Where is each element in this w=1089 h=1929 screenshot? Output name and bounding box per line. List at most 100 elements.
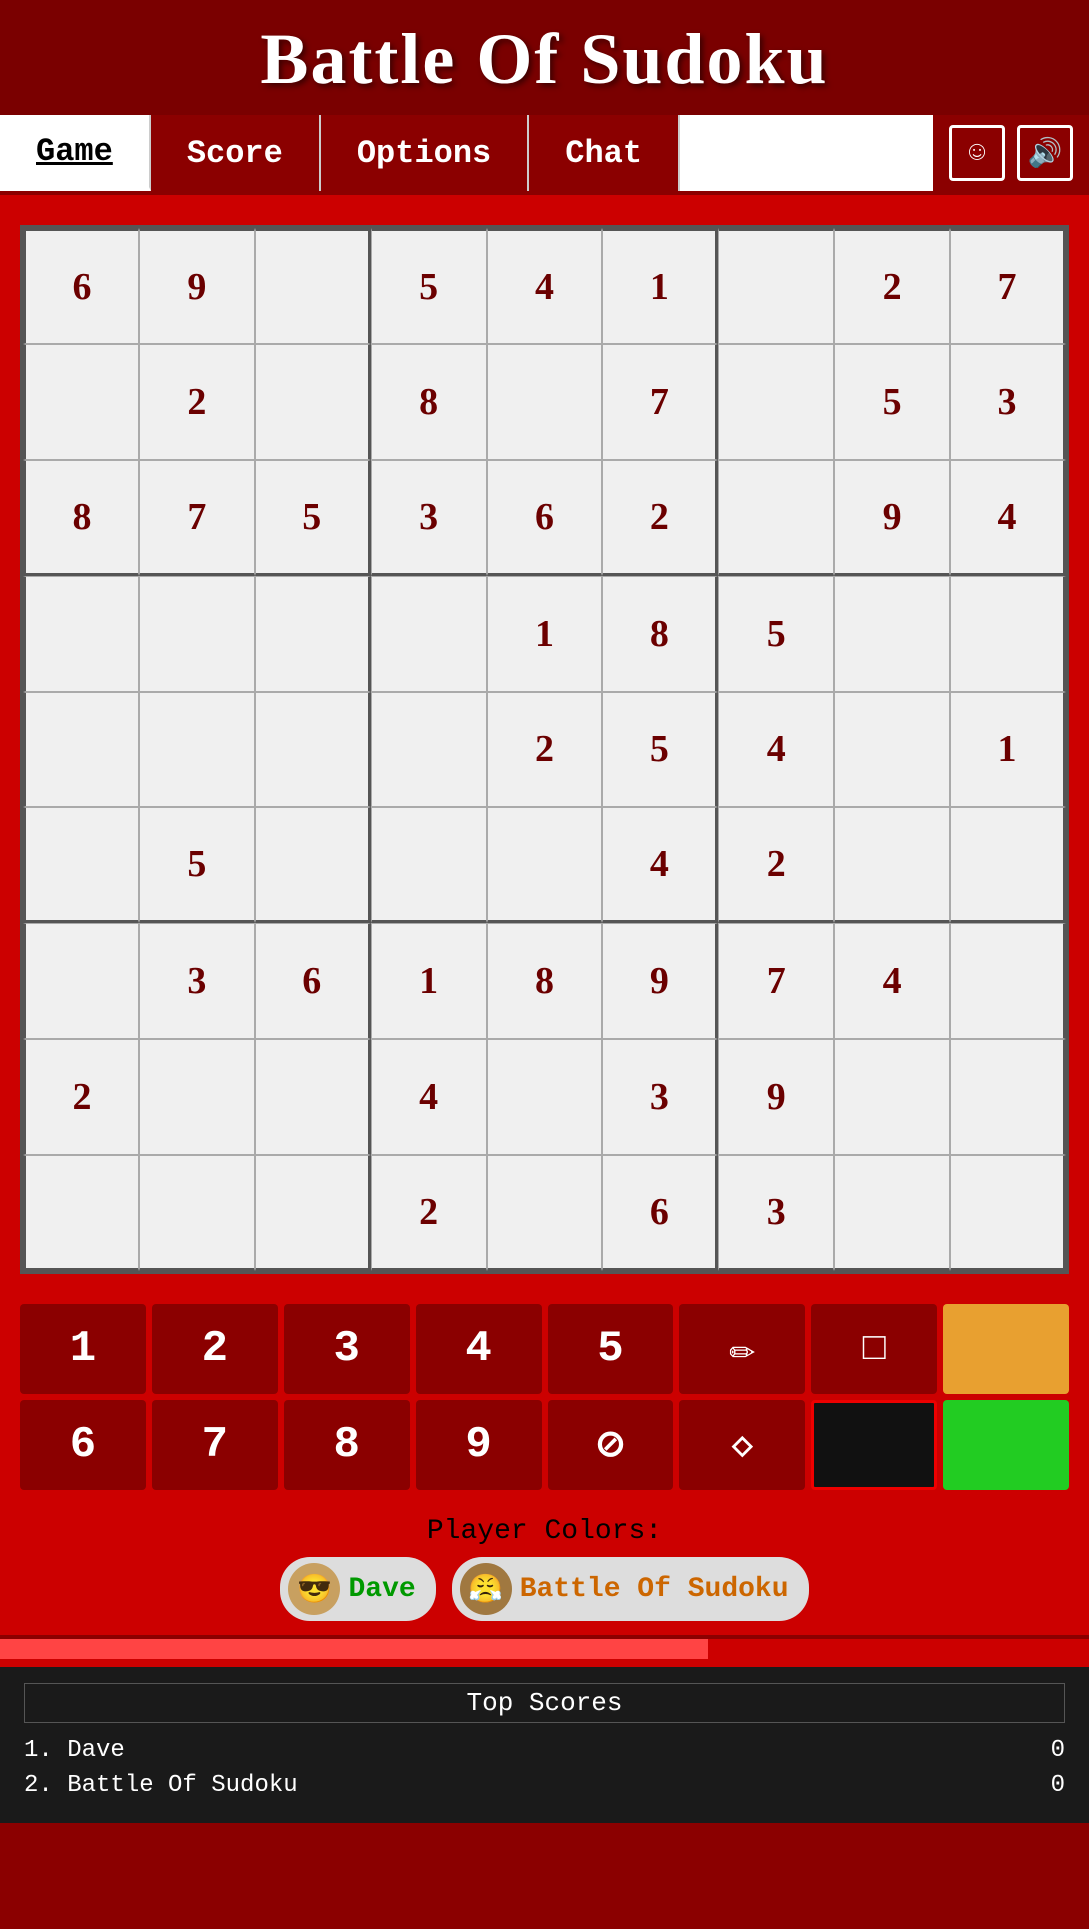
cell-r8c5[interactable]: 6 bbox=[602, 1155, 718, 1271]
emoji-button[interactable]: ☺ bbox=[949, 125, 1005, 181]
numpad-8[interactable]: 8 bbox=[284, 1400, 410, 1490]
cell-r3c8[interactable] bbox=[950, 576, 1066, 692]
cell-r4c5[interactable]: 5 bbox=[602, 692, 718, 808]
cell-r0c2[interactable] bbox=[255, 228, 371, 344]
cell-r6c3[interactable]: 1 bbox=[371, 923, 487, 1039]
tab-chat[interactable]: Chat bbox=[529, 115, 680, 191]
cell-r5c6[interactable]: 2 bbox=[718, 807, 834, 923]
cell-r6c6[interactable]: 7 bbox=[718, 923, 834, 1039]
numpad-1[interactable]: 1 bbox=[20, 1304, 146, 1394]
cell-r2c6[interactable] bbox=[718, 460, 834, 576]
cell-r7c6[interactable]: 9 bbox=[718, 1039, 834, 1155]
cell-r0c0[interactable]: 6 bbox=[23, 228, 139, 344]
cell-r6c8[interactable] bbox=[950, 923, 1066, 1039]
cell-r3c0[interactable] bbox=[23, 576, 139, 692]
cell-r2c7[interactable]: 9 bbox=[834, 460, 950, 576]
numpad-5[interactable]: 5 bbox=[548, 1304, 674, 1394]
cell-r1c8[interactable]: 3 bbox=[950, 344, 1066, 460]
cell-r0c5[interactable]: 1 bbox=[602, 228, 718, 344]
cell-r7c0[interactable]: 2 bbox=[23, 1039, 139, 1155]
fill-tool[interactable]: ◇ bbox=[679, 1400, 805, 1490]
cell-r3c2[interactable] bbox=[255, 576, 371, 692]
cell-r5c8[interactable] bbox=[950, 807, 1066, 923]
cell-r4c3[interactable] bbox=[371, 692, 487, 808]
color-orange[interactable] bbox=[943, 1304, 1069, 1394]
cell-r4c2[interactable] bbox=[255, 692, 371, 808]
cell-r1c4[interactable] bbox=[487, 344, 603, 460]
cell-r8c1[interactable] bbox=[139, 1155, 255, 1271]
cell-r0c1[interactable]: 9 bbox=[139, 228, 255, 344]
cell-r1c2[interactable] bbox=[255, 344, 371, 460]
tab-game[interactable]: Game bbox=[0, 115, 151, 191]
cell-r2c5[interactable]: 2 bbox=[602, 460, 718, 576]
cell-r2c0[interactable]: 8 bbox=[23, 460, 139, 576]
cell-r2c4[interactable]: 6 bbox=[487, 460, 603, 576]
cell-r2c8[interactable]: 4 bbox=[950, 460, 1066, 576]
cell-r7c4[interactable] bbox=[487, 1039, 603, 1155]
cell-r5c5[interactable]: 4 bbox=[602, 807, 718, 923]
cell-r3c1[interactable] bbox=[139, 576, 255, 692]
cell-r6c5[interactable]: 9 bbox=[602, 923, 718, 1039]
numpad-9[interactable]: 9 bbox=[416, 1400, 542, 1490]
tab-options[interactable]: Options bbox=[321, 115, 529, 191]
erase-tool[interactable]: ⊘ bbox=[548, 1400, 674, 1490]
cell-r8c0[interactable] bbox=[23, 1155, 139, 1271]
cell-r3c5[interactable]: 8 bbox=[602, 576, 718, 692]
cell-r5c3[interactable] bbox=[371, 807, 487, 923]
square-tool[interactable]: □ bbox=[811, 1304, 937, 1394]
cell-r3c6[interactable]: 5 bbox=[718, 576, 834, 692]
color-black[interactable] bbox=[811, 1400, 937, 1490]
numpad-7[interactable]: 7 bbox=[152, 1400, 278, 1490]
cell-r1c6[interactable] bbox=[718, 344, 834, 460]
cell-r8c6[interactable]: 3 bbox=[718, 1155, 834, 1271]
cell-r1c7[interactable]: 5 bbox=[834, 344, 950, 460]
cell-r2c2[interactable]: 5 bbox=[255, 460, 371, 576]
cell-r8c4[interactable] bbox=[487, 1155, 603, 1271]
cell-r6c4[interactable]: 8 bbox=[487, 923, 603, 1039]
cell-r4c0[interactable] bbox=[23, 692, 139, 808]
cell-r7c1[interactable] bbox=[139, 1039, 255, 1155]
cell-r1c0[interactable] bbox=[23, 344, 139, 460]
cell-r2c3[interactable]: 3 bbox=[371, 460, 487, 576]
numpad-4[interactable]: 4 bbox=[416, 1304, 542, 1394]
cell-r4c4[interactable]: 2 bbox=[487, 692, 603, 808]
cell-r6c0[interactable] bbox=[23, 923, 139, 1039]
cell-r3c7[interactable] bbox=[834, 576, 950, 692]
cell-r0c8[interactable]: 7 bbox=[950, 228, 1066, 344]
cell-r1c5[interactable]: 7 bbox=[602, 344, 718, 460]
numpad-3[interactable]: 3 bbox=[284, 1304, 410, 1394]
cell-r1c3[interactable]: 8 bbox=[371, 344, 487, 460]
cell-r4c8[interactable]: 1 bbox=[950, 692, 1066, 808]
cell-r5c4[interactable] bbox=[487, 807, 603, 923]
cell-r0c7[interactable]: 2 bbox=[834, 228, 950, 344]
cell-r6c2[interactable]: 6 bbox=[255, 923, 371, 1039]
cell-r5c0[interactable] bbox=[23, 807, 139, 923]
cell-r4c6[interactable]: 4 bbox=[718, 692, 834, 808]
cell-r2c1[interactable]: 7 bbox=[139, 460, 255, 576]
cell-r3c3[interactable] bbox=[371, 576, 487, 692]
cell-r6c1[interactable]: 3 bbox=[139, 923, 255, 1039]
numpad-6[interactable]: 6 bbox=[20, 1400, 146, 1490]
cell-r5c7[interactable] bbox=[834, 807, 950, 923]
cell-r0c4[interactable]: 4 bbox=[487, 228, 603, 344]
cell-r7c2[interactable] bbox=[255, 1039, 371, 1155]
numpad-2[interactable]: 2 bbox=[152, 1304, 278, 1394]
sound-button[interactable]: 🔊 bbox=[1017, 125, 1073, 181]
cell-r7c8[interactable] bbox=[950, 1039, 1066, 1155]
cell-r3c4[interactable]: 1 bbox=[487, 576, 603, 692]
cell-r5c1[interactable]: 5 bbox=[139, 807, 255, 923]
cell-r8c8[interactable] bbox=[950, 1155, 1066, 1271]
cell-r0c3[interactable]: 5 bbox=[371, 228, 487, 344]
cell-r8c2[interactable] bbox=[255, 1155, 371, 1271]
cell-r5c2[interactable] bbox=[255, 807, 371, 923]
pencil-tool[interactable]: ✏ bbox=[679, 1304, 805, 1394]
color-green[interactable] bbox=[943, 1400, 1069, 1490]
cell-r8c3[interactable]: 2 bbox=[371, 1155, 487, 1271]
cell-r7c3[interactable]: 4 bbox=[371, 1039, 487, 1155]
cell-r4c1[interactable] bbox=[139, 692, 255, 808]
cell-r4c7[interactable] bbox=[834, 692, 950, 808]
cell-r0c6[interactable] bbox=[718, 228, 834, 344]
cell-r7c7[interactable] bbox=[834, 1039, 950, 1155]
cell-r1c1[interactable]: 2 bbox=[139, 344, 255, 460]
cell-r6c7[interactable]: 4 bbox=[834, 923, 950, 1039]
